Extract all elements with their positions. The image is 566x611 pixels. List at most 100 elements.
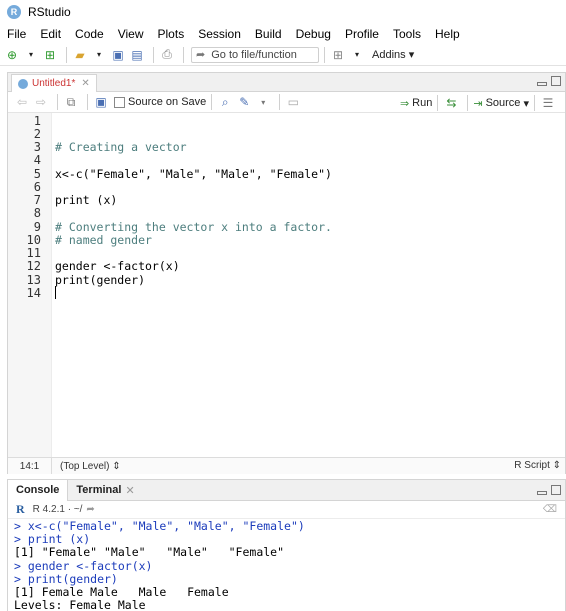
menu-build[interactable]: Build <box>255 27 282 41</box>
line-number: 14 <box>26 286 41 300</box>
code-line: x<-c("Female", "Male", "Male", "Female") <box>55 167 332 181</box>
code-line: gender <-factor(x) <box>55 259 180 273</box>
minimize-icon[interactable] <box>537 491 547 495</box>
compile-report-icon[interactable]: ▭ <box>285 94 301 110</box>
window-title: RStudio <box>28 5 71 19</box>
clear-console-icon[interactable]: ⌫ <box>543 504 557 515</box>
magic-wand-icon[interactable]: ✎ <box>236 94 252 110</box>
menu-debug[interactable]: Debug <box>296 27 331 41</box>
line-number: 2 <box>33 127 41 141</box>
outline-icon[interactable]: ☰ <box>540 95 556 111</box>
editor-pane: Untitled1* ✕ ⇦ ⇨ ⧉ ▣ Source on Save ⌕ ✎ … <box>7 72 566 474</box>
toolbar-divider <box>279 94 281 110</box>
open-folder-icon[interactable]: ▰ <box>72 47 88 63</box>
show-in-window-icon[interactable]: ⧉ <box>63 94 79 110</box>
save-icon[interactable]: ▣ <box>110 47 126 63</box>
source-arrow-icon: ⇥ <box>473 97 483 110</box>
goto-file-function-input[interactable]: ➦ Go to file/function <box>191 46 319 63</box>
rerun-icon[interactable]: ⇆ <box>443 95 459 111</box>
console-line: Levels: Female Male <box>14 598 146 611</box>
line-number: 5 <box>33 167 41 181</box>
menu-session[interactable]: Session <box>198 27 241 41</box>
toolbar-divider <box>211 94 213 110</box>
menu-view[interactable]: View <box>118 27 144 41</box>
line-number: 8 <box>33 206 41 220</box>
new-project-icon[interactable]: ⊞ <box>42 47 58 63</box>
console-pane: Console Terminal ✕ R R 4.2.1 · ~/ ➦ ⌫ > x… <box>7 479 566 611</box>
dropdown-icon[interactable]: ▾ <box>255 94 271 110</box>
menu-file[interactable]: File <box>7 27 26 41</box>
toolbar-divider <box>183 46 184 63</box>
toolbar-divider <box>153 46 154 63</box>
run-button[interactable]: ⇒ Run <box>400 97 432 110</box>
toolbar-divider <box>324 46 325 63</box>
print-icon[interactable]: ⎙ <box>159 47 175 63</box>
minimize-icon[interactable] <box>537 82 547 86</box>
save-icon[interactable]: ▣ <box>93 94 109 110</box>
console-line: [1] Female Male Male Female <box>14 585 229 599</box>
tab-console-label: Console <box>16 484 60 496</box>
editor-toolbar: ⇦ ⇨ ⧉ ▣ Source on Save ⌕ ✎ ▾ ▭ ⇒ Run ⇆ ⇥ S… <box>8 92 565 113</box>
dropdown-icon[interactable]: ▾ <box>23 47 39 63</box>
tab-terminal-label: Terminal <box>76 484 122 496</box>
toolbar-divider <box>467 95 469 111</box>
tab-title: Untitled1* <box>32 78 76 89</box>
dropdown-icon[interactable]: ▾ <box>91 47 107 63</box>
dropdown-icon[interactable]: ▾ <box>349 47 365 63</box>
console-line: > print(gender) <box>14 572 118 586</box>
rstudio-logo-icon: R <box>7 5 21 19</box>
line-number-gutter: 1 2 3 4 5 6 7 8 9 10 11 12 13 14 <box>8 113 52 457</box>
main-toolbar: ⊕ ▾ ⊞ ▰ ▾ ▣ ▤ ⎙ ➦ Go to file/function ⊞ … <box>0 44 566 66</box>
search-icon[interactable]: ⌕ <box>217 94 233 110</box>
forward-arrow-icon[interactable]: ⇨ <box>33 94 49 110</box>
goto-placeholder: Go to file/function <box>211 48 297 61</box>
save-all-icon[interactable]: ▤ <box>129 47 145 63</box>
goto-arrow-icon: ➦ <box>196 49 206 61</box>
code-line: # named gender <box>55 233 152 247</box>
toolbar-divider <box>57 94 58 110</box>
scope-selector[interactable]: (Top Level) ⇕ <box>52 461 121 472</box>
line-number: 4 <box>33 153 41 167</box>
menu-help[interactable]: Help <box>435 27 460 41</box>
line-number: 6 <box>33 180 41 194</box>
tab-terminal[interactable]: Terminal ✕ <box>68 480 142 501</box>
menu-code[interactable]: Code <box>75 27 104 41</box>
line-number: 1 <box>33 114 41 128</box>
go-to-directory-icon[interactable]: ➦ <box>86 504 94 515</box>
source-on-save-label: Source on Save <box>128 96 207 108</box>
menu-profile[interactable]: Profile <box>345 27 379 41</box>
menu-edit[interactable]: Edit <box>40 27 61 41</box>
tab-console[interactable]: Console <box>8 479 69 501</box>
close-icon[interactable]: ✕ <box>81 78 89 89</box>
back-arrow-icon[interactable]: ⇦ <box>14 94 30 110</box>
console-line: [1] "Female" "Male" "Male" "Female" <box>14 545 285 559</box>
text-cursor <box>55 286 56 299</box>
r-logo-icon: R <box>16 502 25 516</box>
code-line: # Creating a vector <box>55 140 187 154</box>
source-on-save-checkbox[interactable] <box>114 96 125 108</box>
source-button[interactable]: ⇥ Source ▾ <box>473 97 529 110</box>
line-number: 11 <box>26 246 41 260</box>
tab-untitled1[interactable]: Untitled1* ✕ <box>11 74 97 92</box>
menu-tools[interactable]: Tools <box>393 27 421 41</box>
line-number: 7 <box>33 193 41 207</box>
line-number: 9 <box>33 220 41 234</box>
file-type-selector[interactable]: R Script ⇕ <box>514 460 561 471</box>
addins-label: Addins <box>372 49 406 61</box>
console-info-bar: R R 4.2.1 · ~/ ➦ <box>8 501 565 519</box>
source-label: Source <box>485 97 521 109</box>
close-icon[interactable]: ✕ <box>125 484 134 497</box>
line-number: 10 <box>26 233 41 247</box>
new-file-icon[interactable]: ⊕ <box>4 47 20 63</box>
run-arrow-icon: ⇒ <box>399 97 410 110</box>
r-version: R 4.2.1 · ~/ <box>32 504 83 515</box>
console-line: > x<-c("Female", "Male", "Male", "Female… <box>14 519 305 533</box>
addins-button[interactable]: Addins ▾ <box>372 48 414 61</box>
menu-plots[interactable]: Plots <box>158 27 185 41</box>
maximize-icon[interactable] <box>551 485 561 495</box>
grid-layout-icon[interactable]: ⊞ <box>330 47 346 63</box>
pane-controls <box>537 485 561 495</box>
line-number: 12 <box>26 259 41 273</box>
maximize-icon[interactable] <box>551 76 561 86</box>
console-line: > print (x) <box>14 532 91 546</box>
